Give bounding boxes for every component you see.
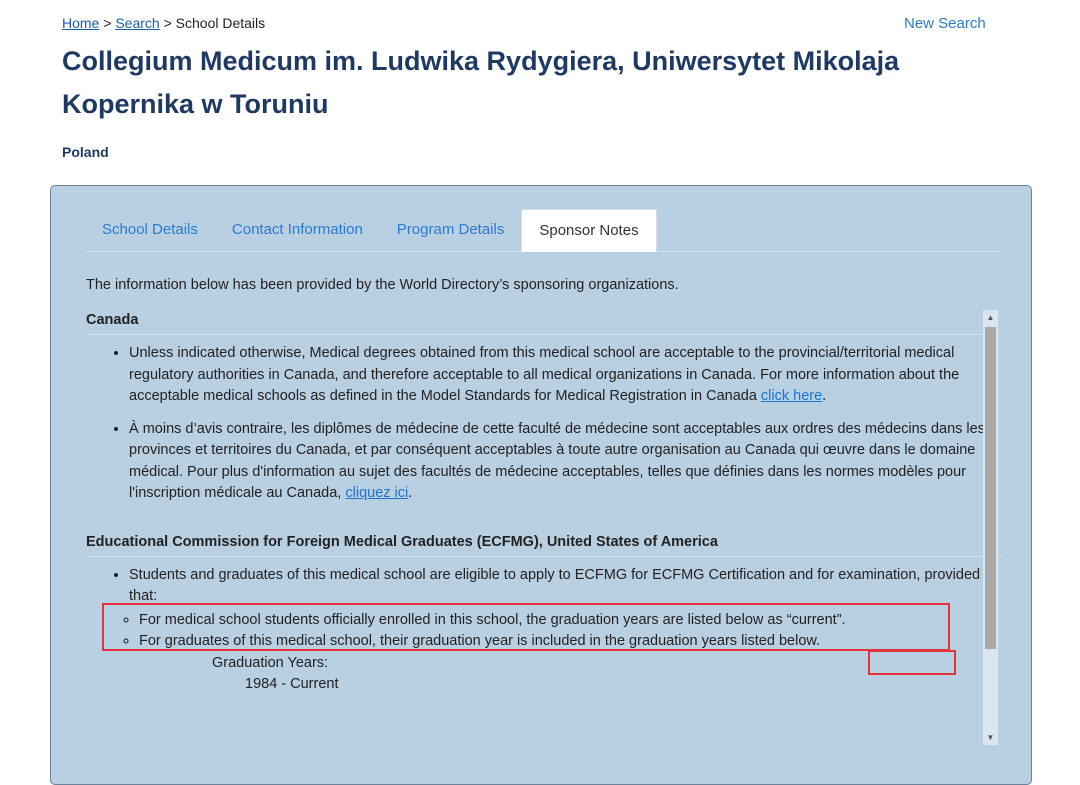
vertical-scrollbar[interactable]: ▲ ▼ [983, 310, 998, 745]
breadcrumb-home-link[interactable]: Home [62, 15, 99, 31]
section-heading-canada: Canada [86, 306, 1003, 335]
tab-school-details[interactable]: School Details [85, 209, 215, 251]
tab-program-details[interactable]: Program Details [380, 209, 522, 251]
country-label: Poland [62, 144, 109, 160]
page-title: Collegium Medicum im. Ludwika Rydygiera,… [62, 46, 900, 119]
canada-notes-list: Unless indicated otherwise, Medical degr… [86, 343, 1003, 505]
tab-contact-information[interactable]: Contact Information [215, 209, 380, 251]
section-heading-ecfmg: Educational Commission for Foreign Medic… [86, 528, 1003, 557]
breadcrumb-separator: > [103, 15, 112, 31]
cliquez-ici-link[interactable]: cliquez ici [345, 485, 408, 501]
canada-note-english: Unless indicated otherwise, Medical degr… [129, 345, 960, 404]
tab-sponsor-notes[interactable]: Sponsor Notes [521, 209, 657, 252]
graduation-years-value: 1984 - Current [245, 676, 339, 692]
click-here-link[interactable]: click here [761, 388, 822, 404]
scrollbar-thumb[interactable] [985, 327, 996, 649]
punctuation: . [822, 388, 827, 404]
canada-note-french: À moins d’avis contraire, les diplômes d… [129, 420, 985, 502]
breadcrumb-separator: > [163, 15, 172, 31]
list-item: Unless indicated otherwise, Medical degr… [129, 343, 1003, 408]
annotation-highlight-box [102, 603, 950, 651]
tab-bar: School Details Contact Information Progr… [85, 208, 1000, 252]
scroll-down-icon[interactable]: ▼ [983, 730, 998, 745]
breadcrumb: Home > Search > School Details [62, 15, 265, 31]
sponsor-notes-scroll-area[interactable]: Canada Unless indicated otherwise, Medic… [86, 306, 1003, 746]
details-panel: School Details Contact Information Progr… [50, 185, 1032, 785]
punctuation: . [408, 485, 413, 501]
sponsor-intro-text: The information below has been provided … [86, 277, 679, 293]
scroll-up-icon[interactable]: ▲ [983, 310, 998, 325]
ecfmg-eligibility-text: Students and graduates of this medical s… [129, 566, 981, 605]
annotation-highlight-box [868, 650, 956, 675]
new-search-link[interactable]: New Search [904, 15, 986, 32]
breadcrumb-current: School Details [175, 15, 266, 31]
list-item: À moins d’avis contraire, les diplômes d… [129, 419, 1003, 505]
breadcrumb-search-link[interactable]: Search [115, 15, 159, 31]
